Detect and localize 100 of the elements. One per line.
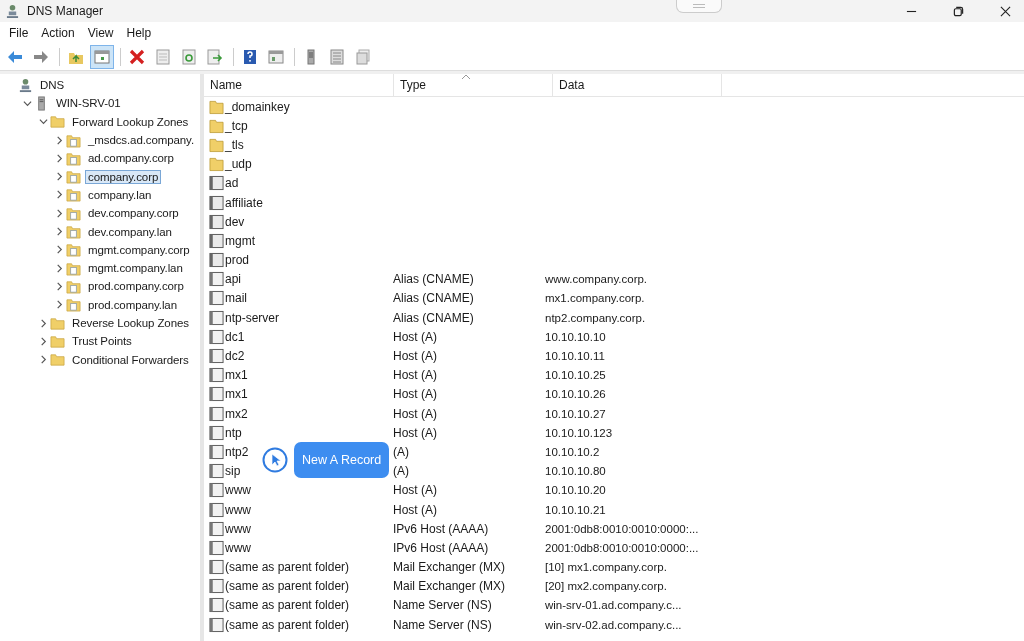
record-name[interactable]: _tcp [225, 118, 248, 133]
record-name[interactable]: (same as parent folder) [225, 617, 350, 632]
tree-item[interactable]: WIN-SRV-01 [53, 96, 124, 111]
record-name[interactable]: www [225, 502, 251, 517]
record-name[interactable]: www [225, 521, 251, 536]
tree-item[interactable]: mgmt.company.corp [85, 242, 193, 257]
tree-item[interactable]: prod.company.corp [85, 279, 187, 294]
collapsed-chevron-icon[interactable] [38, 336, 48, 346]
refresh-icon [181, 49, 197, 65]
record-type: Name Server (NS) [393, 617, 492, 632]
collapsed-chevron-icon[interactable] [54, 172, 64, 182]
expanded-chevron-icon[interactable] [22, 98, 32, 108]
record-name[interactable]: _tls [225, 137, 244, 152]
menu-item[interactable]: Help [120, 24, 158, 42]
column-header[interactable]: Data [553, 74, 722, 96]
record-name[interactable]: api [225, 272, 241, 287]
delete-icon [129, 49, 145, 65]
tree-item[interactable]: company.corp [85, 169, 162, 184]
record-type: Host (A) [393, 406, 437, 421]
zone-folder-icon [66, 205, 81, 221]
collapsed-chevron-icon[interactable] [54, 263, 64, 273]
record-data: [10] mx1.company.corp. [545, 561, 667, 574]
record-name[interactable]: (same as parent folder) [225, 579, 350, 594]
zone-folder-icon [66, 260, 81, 276]
record-type: Host (A) [393, 425, 437, 440]
domain-folder-icon [209, 175, 224, 192]
record-name[interactable]: mx2 [225, 406, 248, 421]
record-name[interactable]: affiliate [225, 195, 263, 210]
record-name[interactable]: mx1 [225, 368, 248, 383]
record-icon [209, 520, 224, 537]
collapsed-chevron-icon[interactable] [38, 318, 48, 328]
folder-icon [209, 136, 224, 153]
tree-item[interactable]: company.lan [85, 187, 155, 202]
tree-item[interactable]: Conditional Forwarders [69, 352, 192, 367]
tree-item[interactable]: prod.company.lan [85, 297, 180, 312]
record-type: Alias (CNAME) [393, 291, 474, 306]
tree-item[interactable]: Trust Points [69, 334, 135, 349]
restore-icon[interactable] [953, 5, 964, 17]
collapsed-chevron-icon[interactable] [54, 245, 64, 255]
tree-item[interactable]: mgmt.company.lan [85, 261, 186, 276]
snap-layout-handle[interactable] [676, 0, 722, 13]
tree-item[interactable]: _msdcs.ad.company. [85, 133, 197, 148]
record-name[interactable]: ntp-server [225, 310, 280, 325]
record-data: 2001:0db8:0010:0010:0000:... [545, 522, 699, 535]
tree-item[interactable]: DNS [37, 78, 67, 93]
collapsed-chevron-icon[interactable] [54, 190, 64, 200]
tree-item[interactable]: Reverse Lookup Zones [69, 316, 192, 330]
record-name[interactable]: ad [225, 176, 239, 191]
record-name[interactable]: (same as parent folder) [225, 598, 350, 613]
record-data: 10.10.10.80 [545, 465, 606, 478]
record-type: Alias (CNAME) [393, 272, 474, 287]
record-name[interactable]: mail [225, 291, 247, 306]
close-icon[interactable] [1000, 5, 1011, 17]
domain-folder-icon [209, 232, 224, 249]
record-name[interactable]: mgmt [225, 233, 255, 248]
tree-item[interactable]: dev.company.lan [85, 224, 175, 239]
record-name[interactable]: prod [225, 253, 250, 268]
record-name[interactable]: _udp [225, 157, 252, 172]
tree-item[interactable]: Forward Lookup Zones [69, 114, 192, 129]
menu-item[interactable]: View [81, 24, 120, 42]
collapsed-chevron-icon[interactable] [54, 300, 64, 310]
collapsed-chevron-icon[interactable] [54, 281, 64, 291]
collapsed-chevron-icon[interactable] [38, 355, 48, 365]
record-icon [209, 578, 224, 595]
record-name[interactable]: dev [225, 214, 245, 229]
record-icon [209, 463, 224, 480]
expanded-chevron-icon[interactable] [38, 117, 48, 127]
record-data: win-srv-02.ad.company.c... [545, 618, 682, 631]
collapsed-chevron-icon[interactable] [54, 153, 64, 163]
record-name[interactable]: (same as parent folder) [225, 560, 350, 575]
collapsed-chevron-icon[interactable] [54, 135, 64, 145]
record-icon [209, 367, 224, 384]
zone-folder-icon [66, 150, 81, 166]
collapsed-chevron-icon[interactable] [54, 227, 64, 236]
record-icon [209, 290, 224, 307]
record-name[interactable]: ntp [225, 425, 242, 440]
record-icon [209, 482, 224, 499]
menu-item[interactable]: File [3, 24, 35, 42]
column-header[interactable]: Name [204, 74, 394, 96]
collapsed-chevron-icon[interactable] [54, 208, 64, 218]
record-data: 10.10.10.25 [545, 369, 606, 382]
record-name[interactable]: www [225, 540, 251, 555]
record-name[interactable]: mx1 [225, 387, 248, 402]
column-header[interactable]: Type [394, 74, 553, 96]
record-name[interactable]: ntp2 [225, 444, 249, 459]
record-name[interactable]: dc1 [225, 329, 245, 344]
console-tree-icon [94, 49, 110, 65]
record-type: Host (A) [393, 349, 437, 364]
tree-item[interactable]: ad.company.corp [85, 151, 177, 166]
record-name[interactable]: www [225, 483, 251, 498]
tree-item[interactable]: dev.company.corp [85, 206, 182, 221]
folder-icon [209, 98, 224, 115]
menu-item[interactable]: Action [35, 24, 81, 42]
record-name[interactable]: sip [225, 464, 241, 479]
domain-folder-icon [209, 213, 224, 230]
zone-folder-icon [66, 169, 81, 185]
record-data: ntp2.company.corp. [545, 311, 646, 324]
toolbar-button[interactable] [90, 45, 114, 69]
record-name[interactable]: _domainkey [225, 99, 290, 114]
record-name[interactable]: dc2 [225, 349, 245, 364]
